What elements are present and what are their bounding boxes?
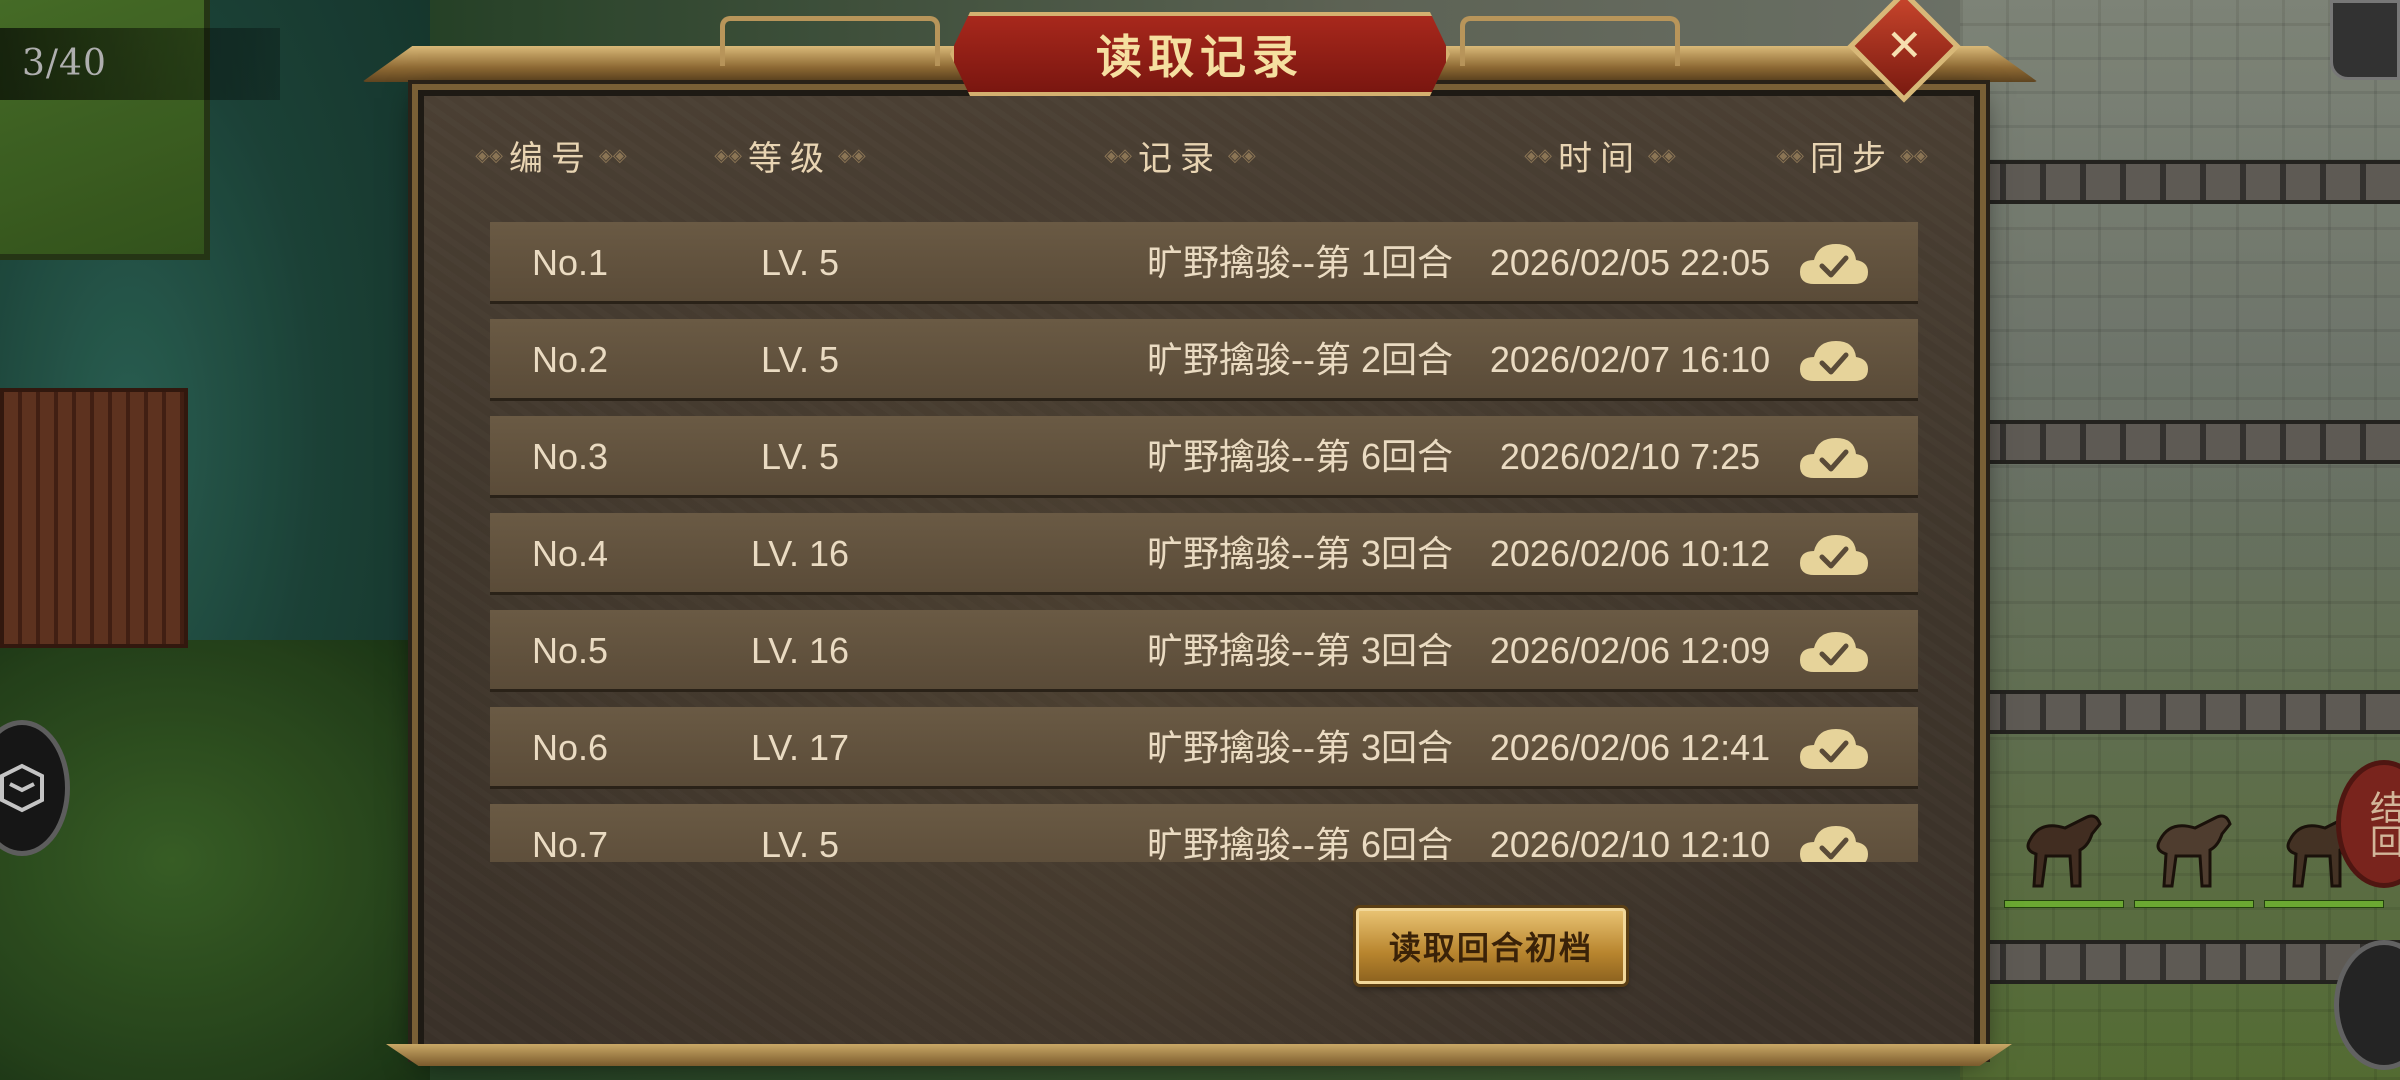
record-row[interactable]: No.1 LV. 5 旷野擒骏--第 1回合 2026/02/05 22:05 [490,222,1918,304]
header-sync: ◈◈ 同步 ◈◈ [1776,138,1928,179]
ornament-icon: ◈◈ [1104,144,1132,166]
record-level: LV. 17 [750,727,850,768]
record-row[interactable]: No.3 LV. 5 旷野擒骏--第 6回合 2026/02/10 7:25 [490,416,1918,498]
record-row[interactable]: No.2 LV. 5 旷野擒骏--第 2回合 2026/02/07 16:10 [490,319,1918,401]
cloud-check-icon [1800,341,1868,381]
header-number: ◈◈ 编号 ◈◈ [475,138,627,179]
header-time: ◈◈ 时间 ◈◈ [1524,138,1676,179]
record-number: No.4 [531,533,609,574]
ornament-icon: ◈◈ [838,144,866,166]
cloud-check-icon [1800,535,1868,575]
frame-ornament [1460,16,1680,66]
record-number: No.7 [531,824,609,862]
record-row[interactable]: No.6 LV. 17 旷野擒骏--第 3回合 2026/02/06 12:41 [490,707,1918,789]
record-number: No.3 [531,436,609,477]
dialog-title: 读取记录 [1096,30,1304,84]
ornament-icon: ◈◈ [1228,144,1256,166]
record-level: LV. 5 [760,242,840,283]
record-level: LV. 5 [760,824,840,862]
ornament-icon: ◈◈ [1524,144,1552,166]
ornament-icon: ◈◈ [475,144,503,166]
record-number: No.2 [531,339,609,380]
header-level: ◈◈ 等级 ◈◈ [714,138,866,179]
cloud-check-icon [1800,632,1868,672]
ornament-icon: ◈◈ [1776,144,1804,166]
cloud-check-icon [1800,244,1868,284]
cloud-check-icon [1800,438,1868,478]
record-level: LV. 5 [760,339,840,380]
cloud-check-icon [1800,729,1868,769]
ornament-icon: ◈◈ [1900,144,1928,166]
dialog-title-plate: 读取记录 [950,12,1450,96]
close-icon: ✕ [1885,20,1923,71]
record-row[interactable]: No.7 LV. 5 旷野擒骏--第 6回合 2026/02/10 12:10 [490,804,1918,862]
header-record: ◈◈ 记录 ◈◈ [1104,138,1256,179]
load-turn-initial-save-button[interactable]: 读取回合初档 [1356,908,1626,984]
cloud-check-icon [1800,826,1868,862]
record-row[interactable]: No.4 LV. 16 旷野擒骏--第 3回合 2026/02/06 10:12 [490,513,1918,595]
frame-ornament [720,16,940,66]
ornament-icon: ◈◈ [1648,144,1676,166]
record-number: No.1 [531,242,609,283]
record-list[interactable]: No.1 LV. 5 旷野擒骏--第 1回合 2026/02/05 22:05 … [490,222,1918,862]
ornament-icon: ◈◈ [599,144,627,166]
dialog-bottom-frame [386,1044,2012,1066]
record-number: No.6 [531,727,609,768]
ornament-icon: ◈◈ [714,144,742,166]
record-number: No.5 [531,630,609,671]
record-level: LV. 5 [760,436,840,477]
record-level: LV. 16 [750,630,850,671]
record-level: LV. 16 [750,533,850,574]
record-row[interactable]: No.5 LV. 16 旷野擒骏--第 3回合 2026/02/06 12:09 [490,610,1918,692]
